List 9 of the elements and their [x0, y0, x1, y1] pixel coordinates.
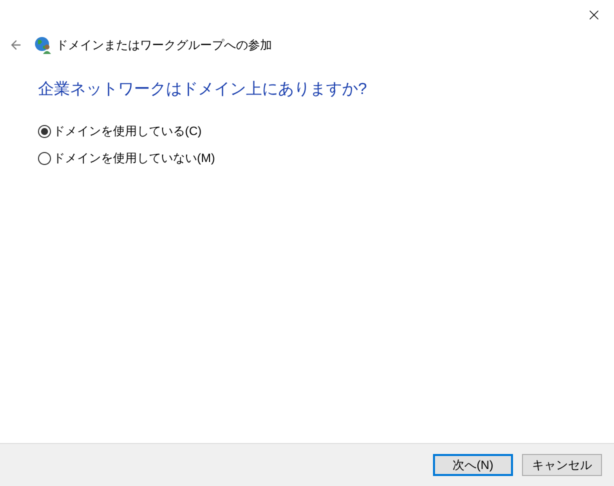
- heading: 企業ネットワークはドメイン上にありますか?: [38, 80, 367, 100]
- radio-button[interactable]: [38, 152, 51, 164]
- window-title: ドメインまたはワークグループへの参加: [56, 37, 272, 54]
- radio-label[interactable]: ドメインを使用している(C): [53, 122, 202, 140]
- radio-label[interactable]: ドメインを使用していない(M): [53, 149, 215, 167]
- globe-user-icon: [34, 36, 52, 54]
- radio-button[interactable]: [38, 124, 51, 138]
- next-button[interactable]: 次へ(N): [433, 454, 513, 476]
- cancel-button[interactable]: キャンセル: [522, 454, 602, 476]
